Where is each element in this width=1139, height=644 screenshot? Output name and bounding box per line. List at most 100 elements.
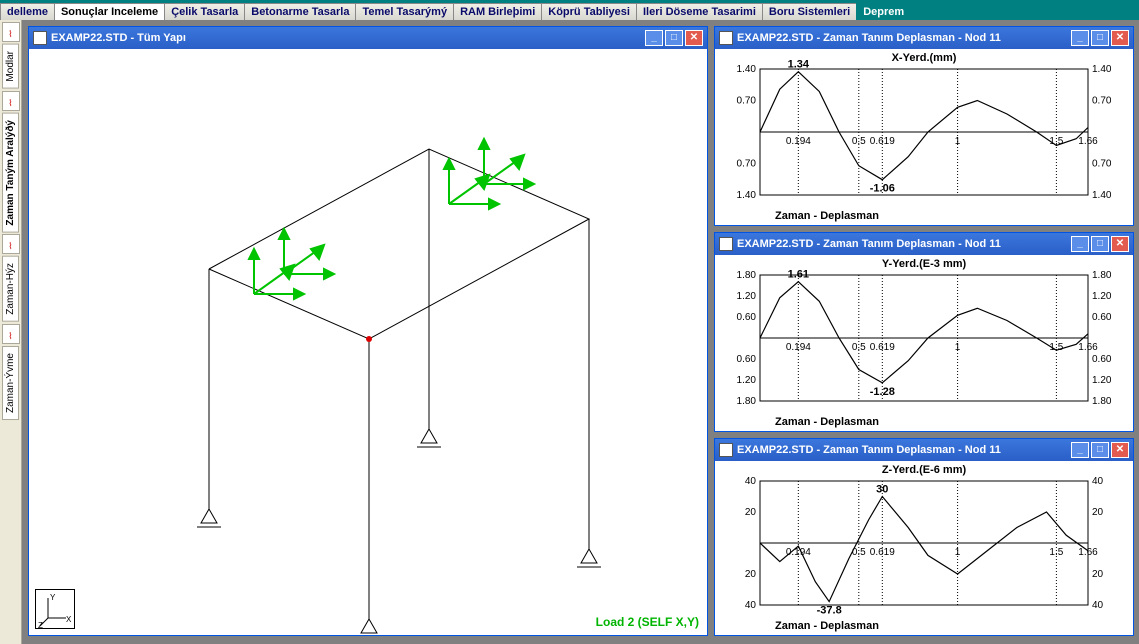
tab-ileri-doseme[interactable]: Ileri Döseme Tasarimi — [636, 3, 763, 20]
axis-orientation-widget[interactable]: Y X Z — [35, 589, 75, 629]
svg-text:40: 40 — [1092, 476, 1104, 487]
tab-deprem[interactable]: Deprem — [856, 3, 911, 20]
sidetab-modlar[interactable]: Modlar — [2, 44, 19, 89]
svg-text:1.80: 1.80 — [737, 396, 757, 407]
svg-text:1.20: 1.20 — [1092, 375, 1112, 386]
tab-bar: delleme Sonuçlar Inceleme Çelik Tasarla … — [0, 0, 1139, 20]
titlebar-chart-y[interactable]: EXAMP22.STD - Zaman Tanım Deplasman - No… — [715, 233, 1133, 255]
svg-text:20: 20 — [1092, 507, 1104, 518]
close-button[interactable]: ✕ — [1111, 236, 1129, 252]
window-icon — [33, 31, 47, 45]
window-title-chart-y: EXAMP22.STD - Zaman Tanım Deplasman - No… — [737, 238, 1001, 250]
svg-text:0.60: 0.60 — [1092, 354, 1112, 365]
svg-text:1.80: 1.80 — [1092, 396, 1112, 407]
close-button[interactable]: ✕ — [685, 30, 703, 46]
tab-temel-tasarimi[interactable]: Temel Tasarýmý — [355, 3, 454, 20]
svg-text:1.40: 1.40 — [1092, 190, 1112, 201]
svg-text:40: 40 — [745, 600, 757, 611]
svg-text:0.70: 0.70 — [1092, 159, 1112, 170]
sidetab-zaman-tanim-icon[interactable]: ⌇ — [2, 91, 20, 111]
svg-text:0.619: 0.619 — [870, 547, 895, 558]
svg-text:X-Yerd.(mm): X-Yerd.(mm) — [892, 52, 957, 64]
chart-x-canvas[interactable]: 0.1940.50.61911.51.661.401.400.700.700.7… — [715, 49, 1133, 225]
svg-text:0.5: 0.5 — [852, 136, 866, 147]
minimize-button[interactable]: _ — [1071, 236, 1089, 252]
svg-text:-37.8: -37.8 — [817, 605, 842, 617]
sidetab-zaman-hiz[interactable]: Zaman-Hýz — [2, 256, 19, 322]
svg-text:Zaman - Deplasman: Zaman - Deplasman — [775, 416, 879, 428]
minimize-button[interactable]: _ — [1071, 30, 1089, 46]
svg-text:1.20: 1.20 — [1092, 291, 1112, 302]
svg-text:1: 1 — [955, 342, 961, 353]
viewport-3d[interactable]: Y X Z Load 2 (SELF X,Y) — [29, 49, 707, 635]
close-button[interactable]: ✕ — [1111, 442, 1129, 458]
sidetab-zaman-ivme[interactable]: Zaman-Ývme — [2, 346, 19, 420]
svg-text:-1.06: -1.06 — [870, 183, 895, 195]
window-icon — [719, 443, 733, 457]
svg-text:0.194: 0.194 — [786, 547, 811, 558]
vertical-side-tabs: ⌇ Modlar ⌇ Zaman Taným Aralýðý ⌇ Zaman-H… — [0, 20, 22, 644]
maximize-button[interactable]: □ — [1091, 236, 1109, 252]
svg-text:1.80: 1.80 — [737, 270, 757, 281]
tab-betonarme-tasarla[interactable]: Betonarme Tasarla — [244, 3, 356, 20]
mdi-area: EXAMP22.STD - Tüm Yapı _ □ ✕ — [22, 20, 1139, 644]
svg-text:0.194: 0.194 — [786, 342, 811, 353]
svg-text:1: 1 — [955, 136, 961, 147]
chart-z-canvas[interactable]: 0.1940.50.61911.51.66404020202020404030-… — [715, 461, 1133, 635]
svg-text:1.40: 1.40 — [1092, 64, 1112, 75]
window-chart-z: EXAMP22.STD - Zaman Tanım Deplasman - No… — [714, 438, 1134, 636]
svg-text:0.619: 0.619 — [870, 342, 895, 353]
close-button[interactable]: ✕ — [1111, 30, 1129, 46]
load-case-label: Load 2 (SELF X,Y) — [596, 615, 699, 629]
svg-text:0.60: 0.60 — [737, 312, 757, 323]
sidetab-zaman-hiz-icon[interactable]: ⌇ — [2, 234, 20, 254]
svg-text:1.61: 1.61 — [788, 269, 809, 281]
titlebar-chart-x[interactable]: EXAMP22.STD - Zaman Tanım Deplasman - No… — [715, 27, 1133, 49]
tab-sonuclar-inceleme[interactable]: Sonuçlar Inceleme — [54, 3, 165, 20]
tab-kopru-tabliyesi[interactable]: Köprü Tabliyesi — [541, 3, 637, 20]
maximize-button[interactable]: □ — [665, 30, 683, 46]
tab-delleme[interactable]: delleme — [0, 3, 55, 20]
svg-text:0.70: 0.70 — [737, 159, 757, 170]
sidetab-zaman-ivme-icon[interactable]: ⌇ — [2, 324, 20, 344]
window-chart-y: EXAMP22.STD - Zaman Tanım Deplasman - No… — [714, 232, 1134, 432]
minimize-button[interactable]: _ — [645, 30, 663, 46]
tab-ram-birlesimi[interactable]: RAM Birleþimi — [453, 3, 542, 20]
svg-text:-1.28: -1.28 — [870, 386, 895, 398]
svg-text:20: 20 — [745, 507, 757, 518]
window-icon — [719, 31, 733, 45]
titlebar-main[interactable]: EXAMP22.STD - Tüm Yapı _ □ ✕ — [29, 27, 707, 49]
sidetab-modlar-icon[interactable]: ⌇ — [2, 22, 20, 42]
svg-text:1.20: 1.20 — [737, 291, 757, 302]
svg-text:1.5: 1.5 — [1049, 547, 1063, 558]
maximize-button[interactable]: □ — [1091, 30, 1109, 46]
svg-text:1.34: 1.34 — [788, 59, 810, 71]
svg-text:1.80: 1.80 — [1092, 270, 1112, 281]
svg-text:20: 20 — [745, 569, 757, 580]
svg-text:1.20: 1.20 — [737, 375, 757, 386]
svg-text:40: 40 — [745, 476, 757, 487]
sidetab-zaman-tanim-araligi[interactable]: Zaman Taným Aralýðý — [2, 113, 19, 233]
svg-text:0.70: 0.70 — [737, 96, 757, 107]
svg-text:1.40: 1.40 — [737, 64, 757, 75]
window-main-structure: EXAMP22.STD - Tüm Yapı _ □ ✕ — [28, 26, 708, 636]
chart-y-canvas[interactable]: 0.1940.50.61911.51.661.801.801.201.200.6… — [715, 255, 1133, 431]
svg-text:Zaman - Deplasman: Zaman - Deplasman — [775, 620, 879, 632]
tab-boru-sistemleri[interactable]: Boru Sistemleri — [762, 3, 857, 20]
svg-text:0.60: 0.60 — [737, 354, 757, 365]
window-chart-x: EXAMP22.STD - Zaman Tanım Deplasman - No… — [714, 26, 1134, 226]
svg-text:Zaman - Deplasman: Zaman - Deplasman — [775, 210, 879, 222]
svg-text:Z: Z — [38, 621, 43, 630]
svg-text:20: 20 — [1092, 569, 1104, 580]
maximize-button[interactable]: □ — [1091, 442, 1109, 458]
titlebar-chart-z[interactable]: EXAMP22.STD - Zaman Tanım Deplasman - No… — [715, 439, 1133, 461]
tab-celik-tasarla[interactable]: Çelik Tasarla — [164, 3, 245, 20]
svg-text:30: 30 — [876, 484, 888, 496]
minimize-button[interactable]: _ — [1071, 442, 1089, 458]
svg-text:1: 1 — [955, 547, 961, 558]
svg-text:Y: Y — [50, 593, 56, 602]
svg-text:0.194: 0.194 — [786, 136, 811, 147]
window-icon — [719, 237, 733, 251]
svg-text:X: X — [66, 615, 72, 624]
svg-text:0.619: 0.619 — [870, 136, 895, 147]
